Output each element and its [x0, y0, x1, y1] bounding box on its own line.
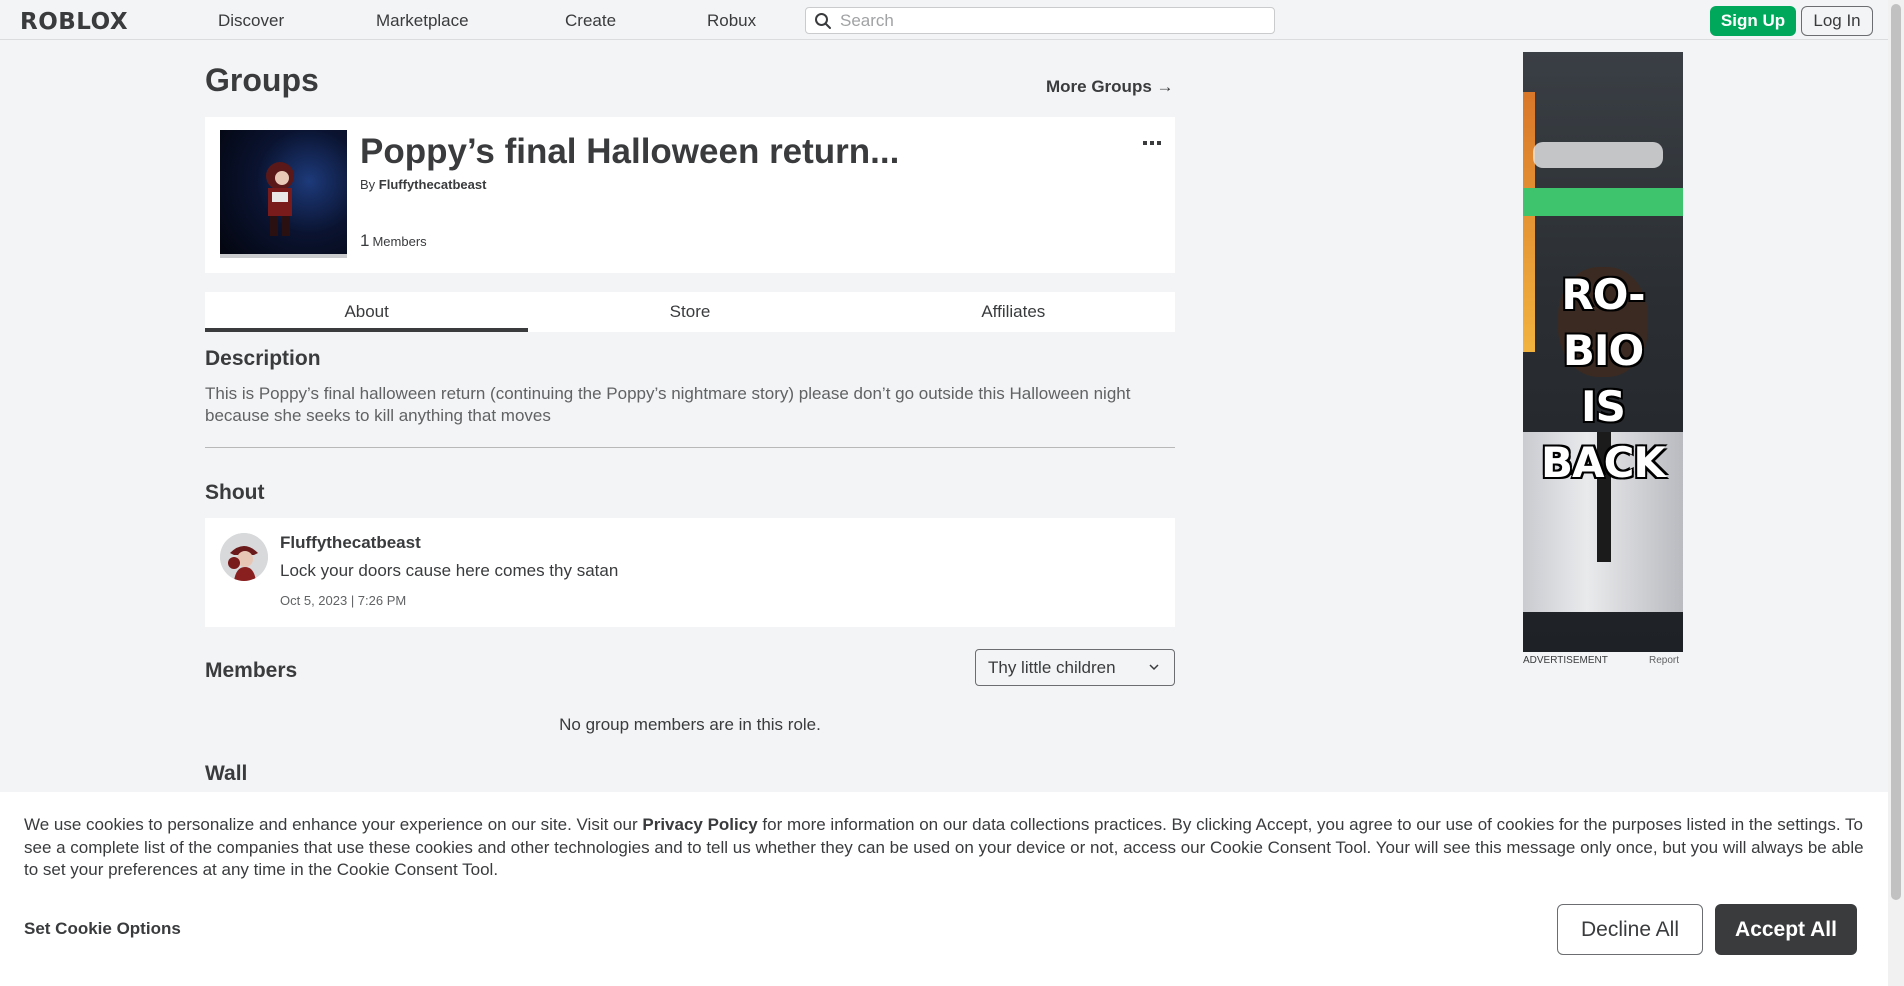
page-scrollbar[interactable] — [1888, 0, 1904, 986]
shout-heading: Shout — [205, 481, 265, 504]
role-dropdown-value: Thy little children — [988, 657, 1116, 677]
group-name: Poppy’s final Halloween return... — [360, 132, 900, 171]
search-icon[interactable] — [812, 10, 834, 32]
nav-create[interactable]: Create — [565, 11, 616, 31]
no-members-message: No group members are in this role. — [559, 715, 821, 734]
member-count-value: 1 — [360, 231, 370, 250]
shout-card: Fluffythecatbeast Lock your doors cause … — [205, 518, 1175, 627]
more-groups-link[interactable]: More Groups → — [1046, 77, 1174, 97]
by-prefix: By — [360, 177, 376, 192]
group-tabs: About Store Affiliates — [205, 292, 1175, 332]
tab-store[interactable]: Store — [528, 292, 851, 332]
cookie-message: We use cookies to personalize and enhanc… — [24, 815, 1864, 879]
advertisement-banner[interactable]: RO-BIO IS BACK — [1523, 52, 1683, 652]
ad-label: ADVERTISEMENT — [1523, 655, 1608, 666]
shout-author-link[interactable]: Fluffythecatbeast — [280, 533, 421, 553]
more-options-icon[interactable] — [1143, 133, 1161, 151]
group-header-card: Poppy’s final Halloween return... By Flu… — [205, 117, 1175, 273]
nav-discover[interactable]: Discover — [218, 11, 284, 31]
login-button[interactable]: Log In — [1801, 6, 1873, 36]
page-title: Groups — [205, 62, 319, 98]
roblox-logo[interactable]: RΟBLOX — [20, 9, 128, 35]
privacy-policy-link[interactable]: Privacy Policy — [642, 815, 757, 834]
chevron-down-icon — [1149, 664, 1159, 671]
scrollbar-thumb[interactable] — [1891, 4, 1901, 900]
nav-marketplace[interactable]: Marketplace — [376, 11, 469, 31]
description-heading: Description — [205, 347, 321, 370]
member-count-label: Members — [372, 234, 427, 249]
group-emblem — [220, 130, 347, 258]
section-divider — [205, 447, 1175, 448]
top-navigation: RΟBLOX Discover Marketplace Create Robux… — [0, 0, 1888, 40]
members-heading: Members — [205, 659, 298, 682]
accept-all-button[interactable]: Accept All — [1715, 904, 1857, 955]
decline-all-button[interactable]: Decline All — [1557, 904, 1703, 955]
shout-timestamp: Oct 5, 2023 | 7:26 PM — [280, 593, 407, 608]
set-cookie-options-link[interactable]: Set Cookie Options — [24, 919, 181, 939]
signup-button[interactable]: Sign Up — [1710, 6, 1796, 36]
group-owner-line: By Fluffythecatbeast — [360, 177, 486, 192]
ad-report-link[interactable]: Report — [1649, 655, 1679, 666]
shout-message: Lock your doors cause here comes thy sat… — [280, 561, 619, 580]
tab-about[interactable]: About — [205, 292, 529, 332]
nav-robux[interactable]: Robux — [707, 11, 756, 31]
avatar[interactable] — [220, 533, 268, 581]
ad-headline: RO-BIO IS BACK — [1541, 270, 1666, 487]
group-owner-link[interactable]: Fluffythecatbeast — [379, 177, 487, 192]
wall-heading: Wall — [205, 762, 248, 785]
cookie-banner: We use cookies to personalize and enhanc… — [0, 792, 1888, 986]
role-dropdown[interactable]: Thy little children — [975, 649, 1175, 686]
tab-affiliates[interactable]: Affiliates — [852, 292, 1175, 332]
group-description: This is Poppy’s final halloween return (… — [205, 384, 1131, 425]
group-member-count: 1 Members — [360, 231, 427, 251]
search-input[interactable] — [840, 10, 1260, 31]
search-box — [805, 7, 1275, 34]
